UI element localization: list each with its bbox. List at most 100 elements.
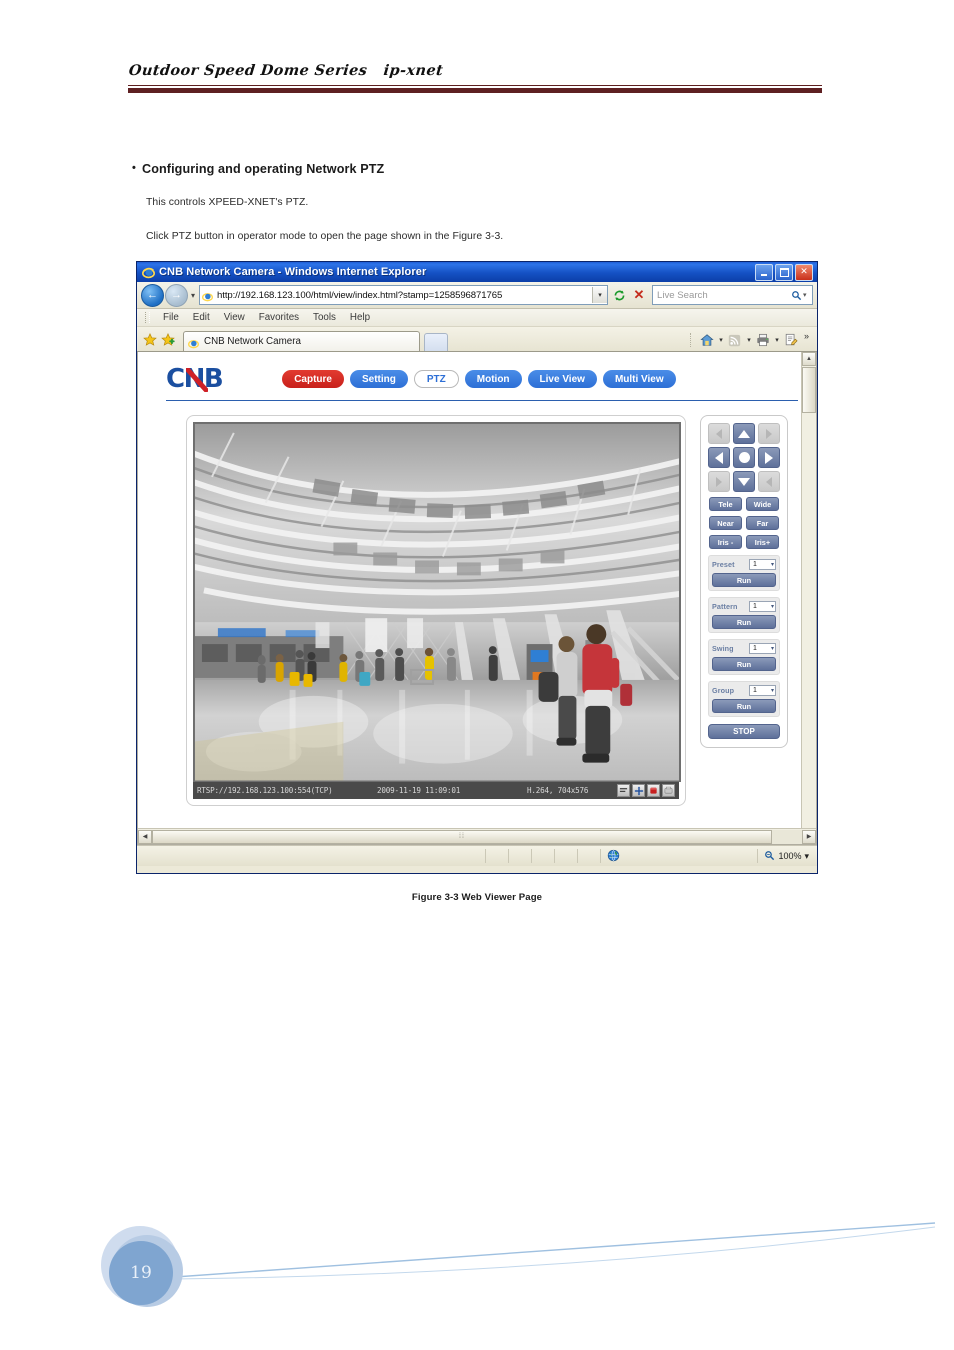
- menu-item-file[interactable]: File: [156, 312, 186, 323]
- nav-button-capture[interactable]: Capture: [282, 370, 344, 388]
- menu-item-view[interactable]: View: [217, 312, 252, 323]
- page-horizontal-scrollbar[interactable]: ◀ ⁞⁞ ▶: [138, 828, 816, 844]
- rss-feed-icon: [727, 332, 743, 348]
- nav-button-setting[interactable]: Setting: [349, 370, 408, 388]
- header-rule-thin: [128, 85, 822, 86]
- minimize-button[interactable]: [755, 263, 773, 281]
- status-cell-3: [531, 849, 554, 863]
- video-codec-resolution: H.264, 704x576: [527, 786, 589, 795]
- print-icon[interactable]: [755, 332, 771, 348]
- ptz-down-button[interactable]: [733, 471, 755, 492]
- ptz-up-right-button[interactable]: [758, 423, 780, 444]
- favorites-center-icon[interactable]: [141, 331, 159, 349]
- stop-button[interactable]: ✕: [630, 286, 648, 304]
- ptz-home-button[interactable]: [733, 447, 755, 468]
- history-dropdown-icon[interactable]: ▾: [191, 291, 195, 300]
- ptz-swing-select[interactable]: 1 ▾: [749, 643, 776, 654]
- print-dropdown-icon[interactable]: ▾: [773, 336, 781, 344]
- tab-label: CNB Network Camera: [204, 336, 301, 347]
- nav-button-live-view[interactable]: Live View: [527, 370, 597, 388]
- snapshot-icon[interactable]: [662, 784, 675, 797]
- ptz-preset-run-button[interactable]: Run: [712, 573, 776, 587]
- pan-move-icon[interactable]: [632, 784, 645, 797]
- ptz-iris-minus-button[interactable]: Iris -: [709, 535, 742, 549]
- status-cell-1: [485, 849, 508, 863]
- ptz-near-button[interactable]: Near: [709, 516, 742, 530]
- home-dropdown-icon[interactable]: ▾: [717, 336, 725, 344]
- address-input[interactable]: http://192.168.123.100/html/view/index.h…: [199, 285, 608, 305]
- address-dropdown-icon[interactable]: ▾: [592, 287, 607, 303]
- internet-explorer-window: CNB Network Camera - Windows Internet Ex…: [136, 261, 818, 874]
- header-rule-thick: [128, 88, 822, 93]
- horizontal-scroll-track[interactable]: ⁞⁞: [152, 829, 802, 844]
- ptz-group-run-button[interactable]: Run: [712, 699, 776, 713]
- video-timestamp: 2009-11-19 11:09:01: [377, 786, 461, 795]
- search-input[interactable]: Live Search: [657, 290, 789, 301]
- paragraph-2: Click PTZ button in operator mode to ope…: [146, 231, 504, 242]
- ptz-far-button[interactable]: Far: [746, 516, 779, 530]
- zoom-control[interactable]: 100% ▾: [757, 849, 817, 863]
- close-button[interactable]: ✕: [795, 263, 813, 281]
- nav-button-motion[interactable]: Motion: [464, 370, 522, 388]
- ptz-pattern-label: Pattern: [712, 602, 738, 611]
- menu-item-edit[interactable]: Edit: [186, 312, 217, 323]
- horizontal-scroll-thumb[interactable]: ⁞⁞: [152, 829, 772, 844]
- page-number-badge: 19: [95, 1222, 190, 1314]
- vertical-scroll-thumb[interactable]: [802, 367, 816, 413]
- menu-item-help[interactable]: Help: [343, 312, 377, 323]
- ptz-group-select[interactable]: 1 ▾: [749, 685, 776, 696]
- ptz-iris-row: Iris - Iris+: [708, 535, 780, 549]
- chevron-down-icon: ▾: [770, 604, 774, 610]
- menu-grip-handle[interactable]: [145, 312, 150, 323]
- menu-item-favorites[interactable]: Favorites: [252, 312, 306, 323]
- add-to-favorites-icon[interactable]: [159, 331, 177, 349]
- security-zone[interactable]: [600, 849, 757, 863]
- ptz-left-button[interactable]: [708, 447, 730, 468]
- aspect-icon[interactable]: [617, 784, 630, 797]
- ptz-up-button[interactable]: [733, 423, 755, 444]
- forward-button[interactable]: →: [165, 283, 188, 307]
- status-cell-4: [554, 849, 577, 863]
- page-edit-icon[interactable]: [783, 332, 799, 348]
- scroll-right-icon[interactable]: ▶: [802, 829, 816, 844]
- toolbar-separator: [689, 333, 694, 347]
- menu-item-tools[interactable]: Tools: [306, 312, 343, 323]
- new-tab-button[interactable]: [424, 333, 448, 351]
- ptz-preset-select[interactable]: 1 ▾: [749, 559, 776, 570]
- ptz-tele-button[interactable]: Tele: [709, 497, 742, 511]
- search-icon[interactable]: [789, 290, 803, 301]
- search-dropdown-icon[interactable]: ▾: [803, 291, 812, 299]
- cnb-logo[interactable]: C N B: [166, 364, 224, 394]
- record-icon[interactable]: [647, 784, 660, 797]
- browser-tab-cnb-network-camera[interactable]: CNB Network Camera: [183, 331, 420, 351]
- ptz-stop-button[interactable]: STOP: [708, 724, 780, 739]
- browser-content-area: C N B Capture Setting PTZ Motion Live Vi…: [137, 352, 817, 845]
- ptz-wide-button[interactable]: Wide: [746, 497, 779, 511]
- back-button[interactable]: ←: [141, 283, 164, 307]
- zoom-dropdown-icon[interactable]: ▾: [804, 851, 809, 862]
- nav-button-multi-view[interactable]: Multi View: [602, 370, 676, 388]
- nav-button-ptz[interactable]: PTZ: [413, 370, 459, 388]
- toolbar-overflow-icon[interactable]: »: [804, 331, 809, 341]
- ptz-pattern-run-button[interactable]: Run: [712, 615, 776, 629]
- ptz-direction-pad: [708, 423, 780, 492]
- maximize-button[interactable]: [775, 263, 793, 281]
- video-display[interactable]: [193, 422, 681, 782]
- ptz-right-button[interactable]: [758, 447, 780, 468]
- page-vertical-scrollbar[interactable]: ▲ ▼: [801, 352, 816, 844]
- ptz-down-left-button[interactable]: [708, 471, 730, 492]
- refresh-button[interactable]: [610, 286, 628, 304]
- scroll-up-icon[interactable]: ▲: [802, 352, 816, 366]
- chevron-down-icon: ▾: [770, 562, 774, 568]
- cnb-header-divider: [166, 400, 798, 401]
- ptz-down-right-button[interactable]: [758, 471, 780, 492]
- ptz-swing-label: Swing: [712, 644, 734, 653]
- ptz-iris-plus-button[interactable]: Iris+: [746, 535, 779, 549]
- search-box[interactable]: Live Search ▾: [652, 285, 813, 305]
- ptz-up-left-button[interactable]: [708, 423, 730, 444]
- page-number: 19: [130, 1263, 152, 1283]
- ptz-swing-run-button[interactable]: Run: [712, 657, 776, 671]
- scroll-left-icon[interactable]: ◀: [138, 829, 152, 844]
- ptz-pattern-select[interactable]: 1 ▾: [749, 601, 776, 612]
- home-icon[interactable]: [699, 332, 715, 348]
